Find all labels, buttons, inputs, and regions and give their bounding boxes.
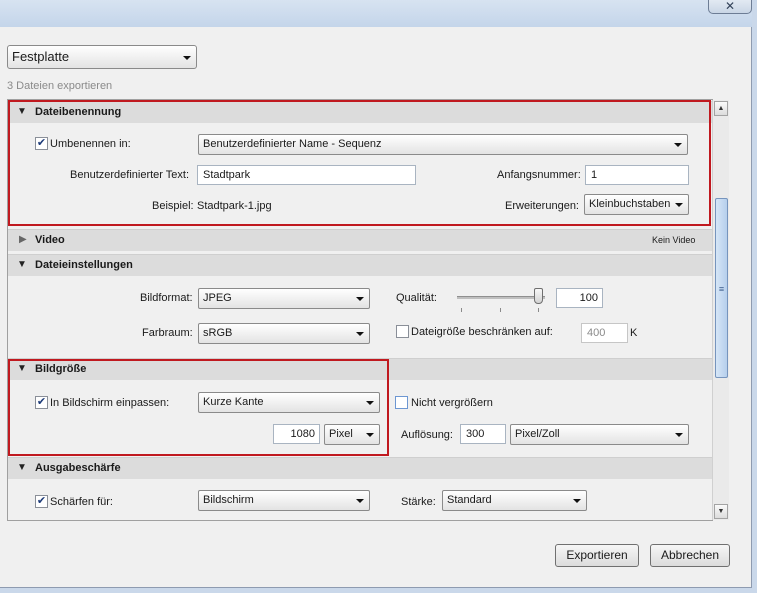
chevron-down-icon (573, 499, 581, 503)
window-frame-bottom (0, 588, 757, 593)
colorspace-value: sRGB (203, 327, 233, 339)
highlight-box-file-naming (8, 100, 711, 226)
quality-slider-tick (461, 308, 462, 312)
scrollbar-thumb[interactable]: ≡ (715, 198, 728, 378)
no-enlarge-checkbox[interactable] (395, 396, 408, 409)
window-close-button[interactable]: ✕ (708, 0, 752, 14)
chevron-down-icon (675, 433, 683, 437)
quality-input[interactable]: 100 (556, 288, 603, 308)
collapsed-triangle-icon[interactable]: ▶ (19, 234, 27, 245)
chevron-down-icon (356, 297, 364, 301)
resolution-unit-value: Pixel/Zoll (515, 428, 560, 440)
amount-label: Stärke: (401, 496, 436, 508)
sharpen-for-value: Bildschirm (203, 494, 254, 506)
destination-select-value: Festplatte (12, 49, 70, 64)
format-label: Bildformat: (140, 292, 193, 304)
section-title-video: Video (35, 234, 65, 246)
section-header-video[interactable] (8, 229, 712, 251)
section-title-output-sharpening: Ausgabeschärfe (35, 462, 121, 474)
quality-slider-tick (500, 308, 501, 312)
window-title-bar (0, 0, 757, 27)
limit-size-unit: K (630, 327, 638, 339)
sharpen-for-select[interactable]: Bildschirm (198, 490, 370, 511)
section-title-file-settings: Dateieinstellungen (35, 259, 133, 271)
no-enlarge-label: Nicht vergrößern (411, 397, 493, 409)
quality-label: Qualität: (396, 292, 437, 304)
video-status: Kein Video (652, 235, 696, 245)
expanded-triangle-icon[interactable]: ▼ (17, 259, 27, 270)
destination-select[interactable]: Festplatte (7, 45, 197, 69)
colorspace-select[interactable]: sRGB (198, 323, 370, 344)
sharpen-checkbox[interactable]: ✔ (35, 495, 48, 508)
sharpen-label: Schärfen für: (50, 496, 113, 508)
chevron-down-icon (183, 56, 191, 60)
quality-slider-tick (538, 308, 539, 312)
amount-value: Standard (447, 494, 492, 506)
colorspace-label: Farbraum: (142, 327, 193, 339)
highlight-box-image-sizing (8, 359, 389, 456)
resolution-unit-select[interactable]: Pixel/Zoll (510, 424, 689, 445)
scroll-up-icon[interactable]: ▲ (714, 101, 728, 116)
expanded-triangle-icon[interactable]: ▼ (17, 462, 27, 473)
window-frame-right (752, 0, 757, 593)
resolution-label: Auflösung: (401, 429, 453, 441)
quality-slider-track[interactable] (457, 296, 545, 299)
resolution-input[interactable]: 300 (460, 424, 506, 444)
limit-size-label: Dateigröße beschränken auf: (411, 326, 553, 338)
format-value: JPEG (203, 292, 232, 304)
quality-slider-thumb[interactable] (534, 288, 543, 304)
limit-size-input[interactable]: 400 (581, 323, 628, 343)
export-button[interactable]: Exportieren (555, 544, 639, 567)
file-count-text: 3 Dateien exportieren (7, 80, 113, 92)
amount-select[interactable]: Standard (442, 490, 587, 511)
scroll-down-icon[interactable]: ▼ (714, 504, 728, 519)
cancel-button[interactable]: Abbrechen (650, 544, 730, 567)
format-select[interactable]: JPEG (198, 288, 370, 309)
chevron-down-icon (356, 499, 364, 503)
limit-size-checkbox[interactable] (396, 325, 409, 338)
chevron-down-icon (356, 332, 364, 336)
